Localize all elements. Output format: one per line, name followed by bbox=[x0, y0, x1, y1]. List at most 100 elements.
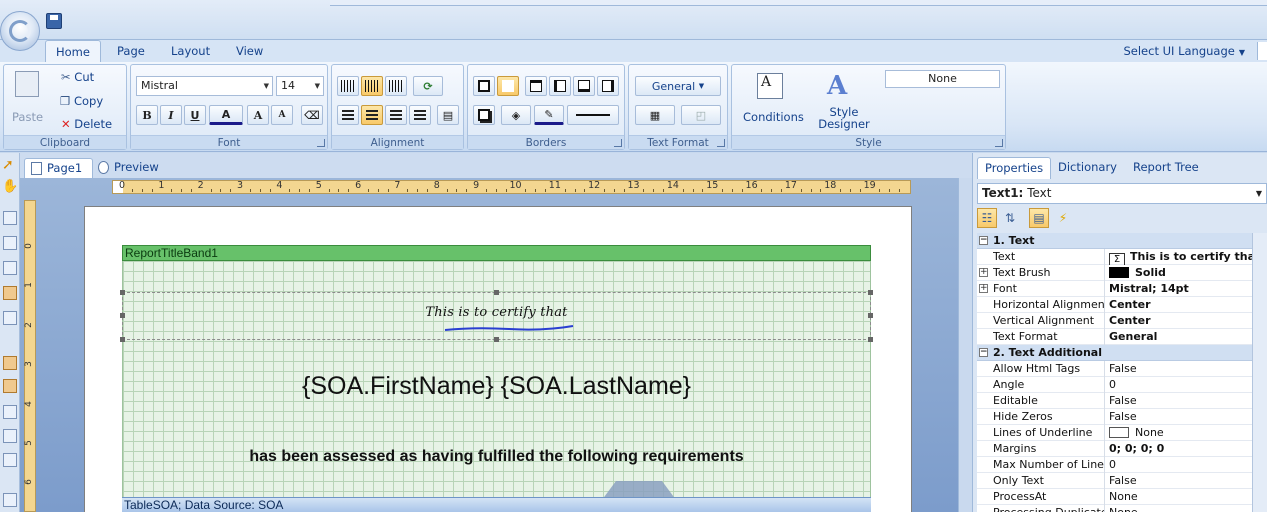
resize-handle[interactable] bbox=[120, 290, 125, 295]
property-row[interactable]: + Font Mistral; 14pt bbox=[977, 281, 1252, 297]
border-all-icon[interactable] bbox=[473, 76, 495, 96]
hand-icon[interactable]: ✋ bbox=[2, 179, 18, 194]
events-icon[interactable]: ⚡ bbox=[1053, 208, 1073, 228]
underline-button[interactable]: U bbox=[184, 105, 206, 125]
property-row[interactable]: Editable False bbox=[977, 393, 1252, 409]
text-tool-icon[interactable] bbox=[3, 286, 17, 300]
cut-button[interactable]: ✂ Cut bbox=[61, 70, 94, 84]
collapse-icon[interactable]: − bbox=[979, 348, 988, 357]
property-value[interactable]: General bbox=[1109, 329, 1252, 345]
property-value[interactable]: Mistral; 14pt bbox=[1109, 281, 1252, 297]
assessed-text[interactable]: has been assessed as having fulfilled th… bbox=[122, 448, 871, 466]
border-top-icon[interactable] bbox=[525, 76, 547, 96]
tab-page[interactable]: Page bbox=[107, 40, 155, 62]
property-value[interactable]: 0 bbox=[1109, 377, 1252, 393]
shadow-icon[interactable] bbox=[473, 105, 495, 125]
property-category[interactable]: −2. Text Additional bbox=[977, 345, 1252, 361]
property-value[interactable]: Σ This is to certify that bbox=[1109, 249, 1252, 265]
property-row[interactable]: Processing Duplicates None bbox=[977, 505, 1252, 512]
format-options-icon[interactable]: ◰ bbox=[681, 105, 721, 125]
property-value[interactable]: False bbox=[1109, 473, 1252, 489]
border-none-icon[interactable] bbox=[497, 76, 519, 96]
text1-component[interactable]: This is to certify that bbox=[120, 290, 873, 342]
table-band-header[interactable]: TableSOA; Data Source: SOA bbox=[122, 497, 871, 512]
conditions-button[interactable]: Conditions bbox=[743, 110, 804, 124]
align-middle-icon[interactable] bbox=[361, 76, 383, 96]
property-row[interactable]: Text Σ This is to certify that bbox=[977, 249, 1252, 265]
barcode-tool-icon[interactable] bbox=[3, 405, 17, 419]
align-right-icon[interactable] bbox=[385, 105, 407, 125]
resize-handle[interactable] bbox=[868, 290, 873, 295]
collapse-icon[interactable]: − bbox=[979, 236, 988, 245]
component-icon[interactable] bbox=[3, 261, 17, 275]
application-menu-button[interactable] bbox=[0, 11, 40, 51]
tab-dictionary[interactable]: Dictionary bbox=[1051, 157, 1124, 179]
property-row[interactable]: Text Format General bbox=[977, 329, 1252, 345]
property-value[interactable]: False bbox=[1109, 393, 1252, 409]
tab-view[interactable]: View bbox=[226, 40, 273, 62]
name-field-text[interactable]: {SOA.FirstName} {SOA.LastName} bbox=[122, 372, 871, 401]
rich-text-icon[interactable] bbox=[3, 356, 17, 370]
align-left-icon[interactable] bbox=[337, 105, 359, 125]
property-value[interactable]: Center bbox=[1109, 297, 1252, 313]
property-row[interactable]: Vertical Alignment Center bbox=[977, 313, 1252, 329]
property-row[interactable]: Angle 0 bbox=[977, 377, 1252, 393]
align-center-icon[interactable] bbox=[361, 105, 383, 125]
italic-button[interactable]: I bbox=[160, 105, 182, 125]
border-style-select[interactable] bbox=[567, 105, 619, 125]
property-value[interactable]: Solid bbox=[1109, 265, 1252, 281]
style-select[interactable]: None bbox=[885, 70, 1000, 88]
resize-handle[interactable] bbox=[120, 337, 125, 342]
format-icon[interactable]: ▦ bbox=[635, 105, 675, 125]
font-color-button[interactable]: A bbox=[209, 105, 243, 125]
expression-icon[interactable]: Σ bbox=[1109, 253, 1125, 265]
tab-page1[interactable]: Page1 bbox=[24, 158, 94, 178]
font-size-select[interactable]: 14 ▼ bbox=[276, 76, 324, 96]
border-bottom-icon[interactable] bbox=[573, 76, 595, 96]
properties-view-icon[interactable]: ▤ bbox=[1029, 208, 1049, 228]
tab-properties[interactable]: Properties bbox=[977, 157, 1052, 179]
cross-band-icon[interactable] bbox=[3, 236, 17, 250]
resize-handle[interactable] bbox=[494, 290, 499, 295]
save-icon[interactable] bbox=[46, 13, 62, 29]
property-row[interactable]: Lines of Underline None bbox=[977, 425, 1252, 441]
property-category[interactable]: −1. Text bbox=[977, 233, 1252, 249]
property-value[interactable]: False bbox=[1109, 361, 1252, 377]
property-value[interactable]: None bbox=[1109, 489, 1252, 505]
checkbox-tool-icon[interactable] bbox=[3, 493, 17, 507]
resize-handle[interactable] bbox=[494, 337, 499, 342]
border-left-icon[interactable] bbox=[549, 76, 571, 96]
sort-alpha-icon[interactable]: ⇅ bbox=[1000, 208, 1020, 228]
property-row[interactable]: Margins 0; 0; 0; 0 bbox=[977, 441, 1252, 457]
rotate-icon[interactable]: ⟳ bbox=[413, 76, 443, 96]
vertical-scrollbar[interactable] bbox=[958, 178, 972, 512]
property-row[interactable]: ProcessAt None bbox=[977, 489, 1252, 505]
resize-handle[interactable] bbox=[868, 337, 873, 342]
font-dialog-launcher[interactable] bbox=[317, 139, 325, 147]
chart-tool-icon[interactable] bbox=[3, 453, 17, 467]
property-row[interactable]: Horizontal Alignment Center bbox=[977, 297, 1252, 313]
border-right-icon[interactable] bbox=[597, 76, 619, 96]
align-bottom-icon[interactable] bbox=[385, 76, 407, 96]
word-wrap-icon[interactable]: ▤ bbox=[437, 105, 459, 125]
property-row[interactable]: Only Text False bbox=[977, 473, 1252, 489]
style-dialog-launcher[interactable] bbox=[995, 139, 1003, 147]
grow-font-button[interactable]: A bbox=[247, 105, 269, 125]
shrink-font-button[interactable]: A bbox=[271, 105, 293, 125]
property-grid-scrollbar[interactable] bbox=[1252, 233, 1267, 512]
property-row[interactable]: Max Number of Lines 0 bbox=[977, 457, 1252, 473]
pointer-icon[interactable]: ➚ bbox=[2, 157, 14, 173]
categorized-icon[interactable]: ☷ bbox=[977, 208, 997, 228]
fill-bucket-icon[interactable]: ◈ bbox=[501, 105, 531, 125]
property-row[interactable]: Allow Html Tags False bbox=[977, 361, 1252, 377]
copy-button[interactable]: ❐ Copy bbox=[60, 94, 103, 108]
align-top-icon[interactable] bbox=[337, 76, 359, 96]
object-selector[interactable]: Text1: Text ▼ bbox=[977, 183, 1267, 204]
border-color-icon[interactable]: ✎ bbox=[534, 105, 564, 125]
tab-preview[interactable]: Preview bbox=[92, 158, 169, 178]
style-designer-button[interactable]: Style Designer bbox=[818, 106, 870, 130]
property-row[interactable]: + Text Brush Solid bbox=[977, 265, 1252, 281]
paste-button[interactable]: Paste bbox=[12, 110, 43, 124]
property-value[interactable]: 0 bbox=[1109, 457, 1252, 473]
property-row[interactable]: Hide Zeros False bbox=[977, 409, 1252, 425]
